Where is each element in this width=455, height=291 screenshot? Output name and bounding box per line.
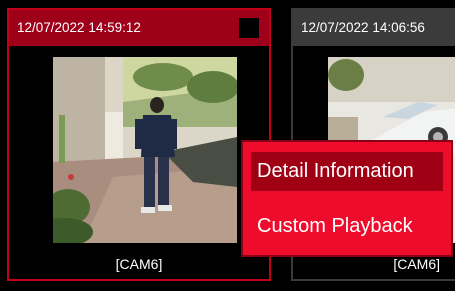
snapshot-image[interactable]	[53, 57, 237, 243]
playback-grid: 12/07/2022 14:59:12 [CAM6] 12/07/2022 14…	[0, 0, 455, 291]
card-header: 12/07/2022 14:06:56	[293, 10, 455, 46]
menu-item-custom-playback[interactable]: Custom Playback	[251, 207, 443, 246]
camera-label: [CAM6]	[115, 256, 163, 272]
playback-card-1[interactable]: 12/07/2022 14:59:12 [CAM6]	[7, 8, 271, 281]
card-header: 12/07/2022 14:59:12	[9, 10, 269, 46]
selection-square-icon[interactable]	[239, 18, 259, 38]
menu-item-detail-information[interactable]: Detail Information	[251, 152, 443, 191]
timestamp: 12/07/2022 14:06:56	[301, 20, 425, 35]
camera-label: [CAM6]	[393, 256, 440, 272]
timestamp: 12/07/2022 14:59:12	[17, 20, 141, 35]
context-menu: Detail Information Custom Playback	[241, 140, 453, 257]
snapshot-scene	[53, 57, 237, 243]
